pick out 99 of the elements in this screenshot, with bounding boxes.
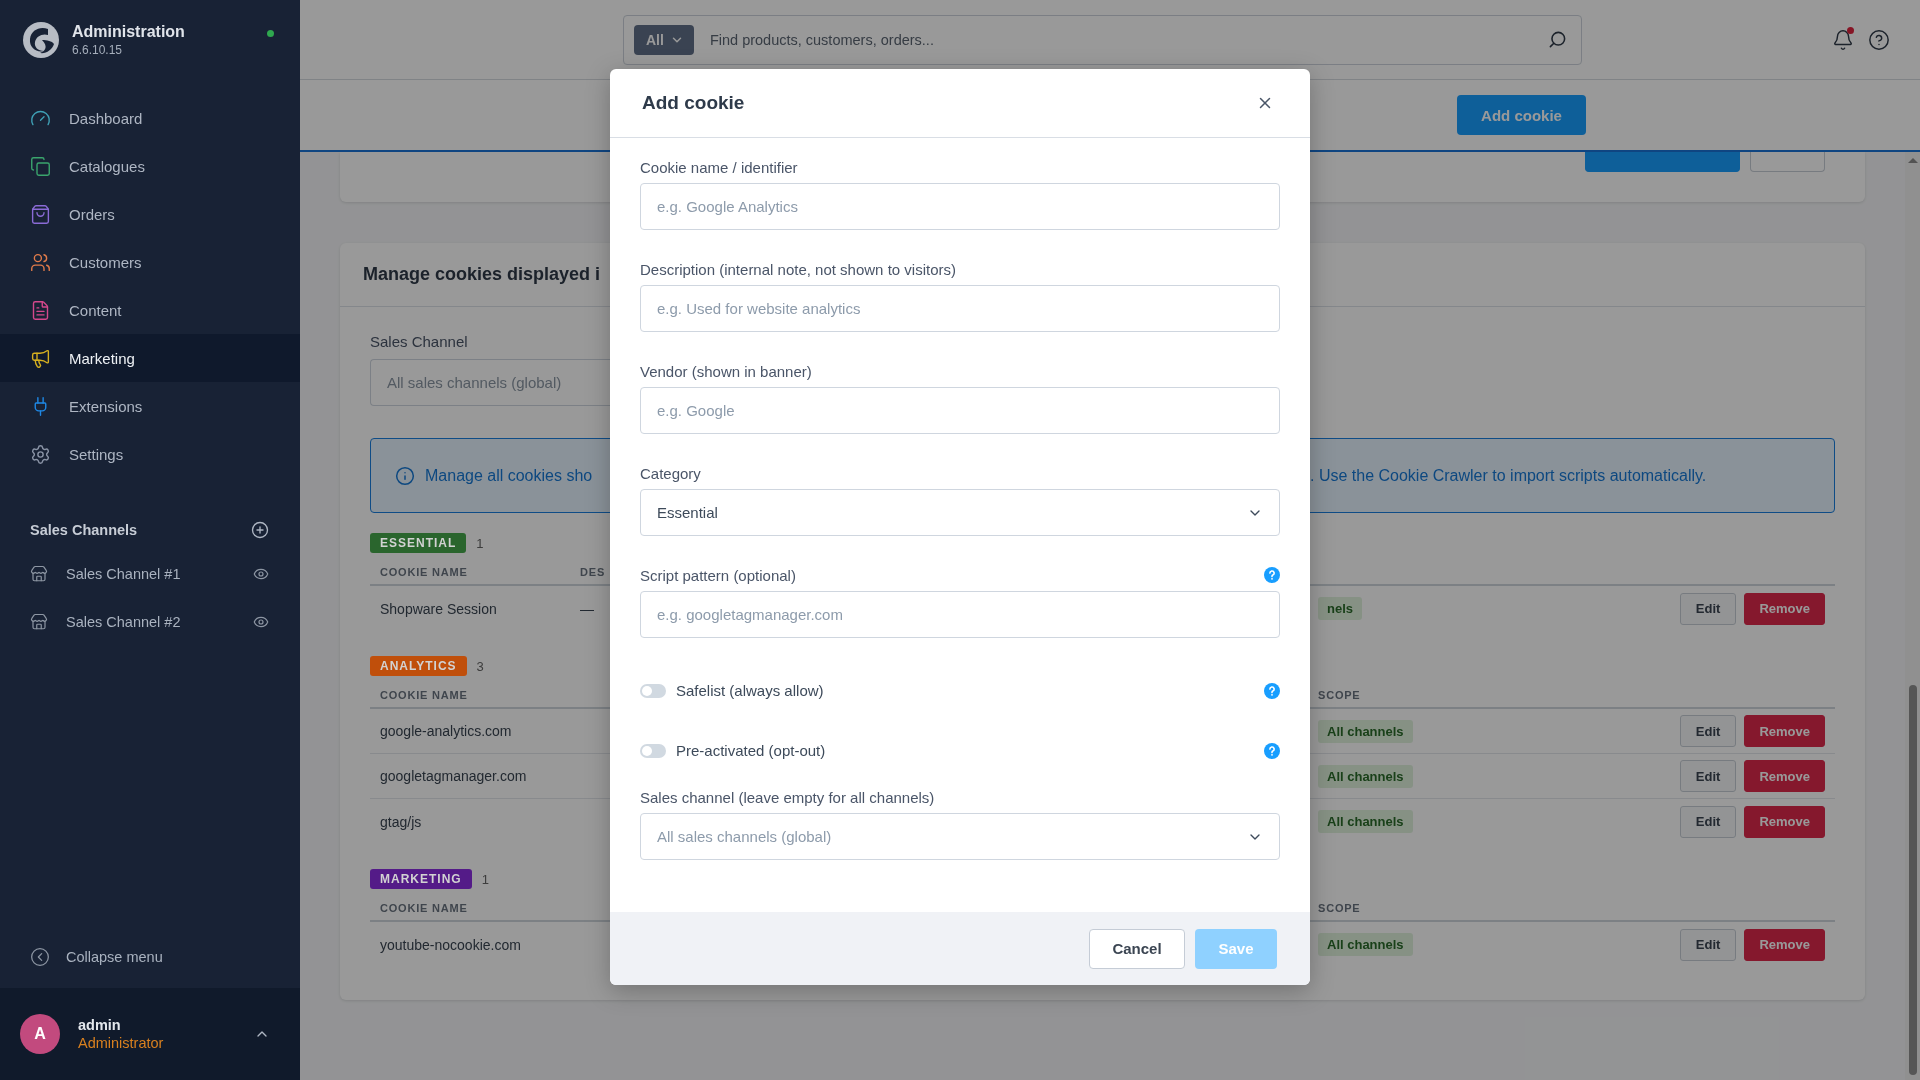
gear-icon: [30, 443, 51, 465]
column-header: DES: [579, 566, 606, 578]
scope-tag: All channels: [1318, 933, 1413, 956]
document-icon: [30, 299, 51, 321]
collapse-menu-button[interactable]: Collapse menu: [0, 937, 163, 977]
user-role: Administrator: [78, 1035, 165, 1051]
nav-item[interactable]: Customers: [0, 238, 300, 286]
category-tag: MARKETING: [370, 869, 472, 889]
field-label: Description (internal note, not shown to visitors): [640, 260, 956, 278]
table-cell-text: youtube-nocookie.com: [379, 936, 521, 953]
card-title: Manage cookies displayed i: [363, 264, 601, 285]
users-icon: [30, 251, 51, 273]
logo-icon: [22, 21, 60, 59]
scope-tag: All channels: [1318, 810, 1413, 833]
table-cell-text: gtag/js: [379, 813, 422, 830]
search-icon[interactable]: [1548, 30, 1567, 49]
field-label: Script pattern (optional): [640, 566, 796, 584]
sales-channel-link[interactable]: Sales Channel #2: [66, 614, 235, 630]
avatar: A: [20, 1014, 60, 1054]
eye-icon[interactable]: [253, 566, 269, 582]
field-label: Vendor (shown in banner): [640, 362, 812, 380]
sales-channel-select[interactable]: All sales channels (global): [370, 359, 610, 406]
select-field[interactable]: All sales channels (global): [640, 813, 1280, 860]
modal-title: Add cookie: [642, 92, 745, 114]
nav-item[interactable]: Orders: [0, 190, 300, 238]
toggle-switch[interactable]: [640, 683, 666, 698]
megaphone-icon: [30, 347, 51, 369]
category-tag: ANALYTICS: [370, 656, 467, 676]
text-field[interactable]: e.g. Used for website analytics: [640, 285, 1280, 332]
nav-item[interactable]: Catalogues: [0, 142, 300, 190]
eye-icon[interactable]: [253, 614, 269, 630]
user-name: admin: [78, 1017, 122, 1033]
nav-item[interactable]: Marketing: [0, 334, 300, 382]
help-icon[interactable]: [1264, 682, 1280, 699]
toggle-label: Safelist (always allow): [676, 682, 825, 699]
scrollbar[interactable]: [1905, 152, 1920, 1080]
help-icon[interactable]: [1264, 742, 1280, 759]
nav-item[interactable]: Extensions: [0, 382, 300, 430]
scope-dropdown[interactable]: All: [634, 24, 694, 55]
scope-tag: All channels: [1318, 719, 1413, 743]
edit-button[interactable]: Edit: [1679, 592, 1737, 625]
bag-icon: [30, 203, 51, 225]
text-field[interactable]: e.g. Google: [640, 387, 1280, 434]
store-icon: [30, 613, 48, 631]
cancel-button[interactable]: Cancel: [1089, 928, 1185, 969]
text-field[interactable]: e.g. googletagmanager.com: [640, 591, 1280, 638]
search-field[interactable]: All Find products, customers, orders...: [623, 14, 1582, 65]
item-count: 1: [481, 871, 489, 887]
remove-button[interactable]: Remove: [1744, 715, 1825, 747]
user-panel[interactable]: A admin Administrator: [0, 988, 300, 1080]
store-icon: [30, 565, 48, 583]
edit-button[interactable]: Edit: [1679, 928, 1737, 961]
column-header: COOKIE NAME: [379, 689, 468, 701]
toggle-switch[interactable]: [640, 743, 666, 758]
help-icon[interactable]: [1868, 28, 1890, 51]
table-cell-text: —: [579, 600, 594, 617]
text-field[interactable]: e.g. Google Analytics: [640, 183, 1280, 230]
item-count: 1: [476, 535, 484, 551]
category-tag: ESSENTIAL: [370, 533, 467, 553]
table-cell-text: google-analytics.com: [379, 723, 512, 739]
field-label: Cookie name / identifier: [640, 158, 798, 176]
app-title: Administration: [72, 23, 186, 41]
nav-item[interactable]: Dashboard: [0, 94, 300, 142]
nav-item[interactable]: Settings: [0, 430, 300, 478]
select-field[interactable]: Essential: [640, 489, 1280, 536]
field-label: Sales channel (leave empty for all channels): [640, 788, 935, 806]
section-title: Sales Channels: [30, 522, 138, 538]
remove-button[interactable]: Remove: [1744, 928, 1825, 961]
add-icon[interactable]: [251, 521, 269, 539]
column-header: SCOPE: [1317, 902, 1361, 914]
edit-button[interactable]: Edit: [1679, 715, 1737, 747]
app-version: 6.6.10.15: [72, 43, 124, 57]
collapse-icon: [30, 947, 50, 967]
scroll-up-icon[interactable]: [1907, 158, 1918, 163]
remove-button[interactable]: Remove: [1744, 805, 1825, 838]
field-label: Sales Channel: [370, 333, 468, 350]
toggle-label: Pre-activated (opt-out): [676, 742, 827, 759]
item-count: 3: [476, 658, 484, 674]
bell-icon[interactable]: [1832, 28, 1854, 51]
info-text: . Use the Cookie Crawler to import scripts automatically.: [1310, 466, 1708, 485]
copy-icon: [30, 155, 51, 177]
help-icon[interactable]: [1264, 567, 1280, 583]
info-icon: [395, 465, 415, 486]
field-label: Category: [640, 464, 701, 482]
table-cell-text: googletagmanager.com: [379, 768, 527, 784]
column-header: SCOPE: [1317, 689, 1361, 701]
column-header: COOKIE NAME: [379, 566, 468, 578]
edit-button[interactable]: Edit: [1679, 805, 1737, 838]
column-header: COOKIE NAME: [379, 902, 468, 914]
sales-channel-link[interactable]: Sales Channel #1: [66, 566, 235, 582]
nav-item[interactable]: Content: [0, 286, 300, 334]
edit-button[interactable]: Edit: [1679, 760, 1737, 792]
scope-tag: nels: [1318, 597, 1362, 620]
scope-tag: All channels: [1318, 764, 1413, 788]
remove-button[interactable]: Remove: [1744, 592, 1825, 625]
info-text: Manage all cookies sho: [425, 466, 593, 485]
scrollbar-thumb[interactable]: [1908, 685, 1917, 1075]
remove-button[interactable]: Remove: [1744, 760, 1825, 792]
table-cell-text: Shopware Session: [379, 600, 497, 617]
